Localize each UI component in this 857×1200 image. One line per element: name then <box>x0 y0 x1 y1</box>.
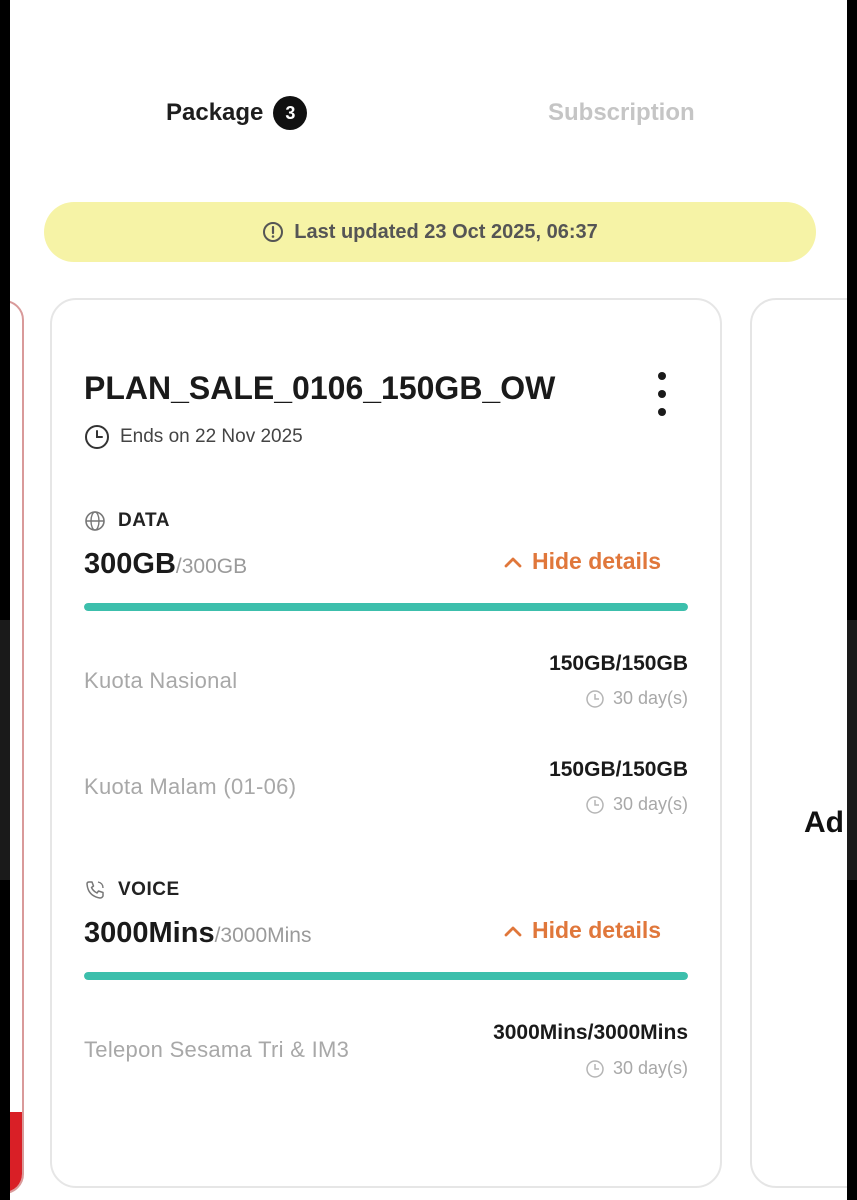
tab-package[interactable]: Package 3 <box>166 96 308 130</box>
plan-name: PLAN_SALE_0106_150GB_OW <box>84 370 556 406</box>
data-hide-details-label: Hide details <box>532 548 662 574</box>
voice-remaining: 3000Mins <box>84 917 215 949</box>
globe-icon <box>85 511 105 531</box>
last-updated-text: Last updated 23 Oct 2025, 06:37 <box>294 220 598 243</box>
clock-icon <box>586 795 604 814</box>
data-item-label: Kuota Malam (01-06) <box>84 774 297 799</box>
info-icon <box>263 222 284 242</box>
voice-total: /3000Mins <box>214 924 312 947</box>
chevron-up-icon <box>504 926 522 936</box>
clock-icon <box>586 689 604 708</box>
data-item-validity: 30 day(s) <box>585 688 688 709</box>
voice-hide-details-label: Hide details <box>532 917 662 943</box>
voice-progress-fill <box>84 972 688 980</box>
device-edge-left <box>0 620 10 880</box>
voice-section-title: VOICE <box>84 879 180 901</box>
data-amount: 300GB/300GB <box>84 548 247 581</box>
voice-item-validity: 30 day(s) <box>585 1058 688 1079</box>
data-item-days: 30 day(s) <box>612 688 688 708</box>
app-screen: Package 3 Subscription Last updated 23 O… <box>10 0 847 1200</box>
package-count-badge: 3 <box>273 96 308 130</box>
package-card: PLAN_SALE_0106_150GB_OW Ends on 22 Nov 2… <box>50 298 722 1188</box>
voice-progress-bar <box>84 972 688 980</box>
more-options-icon[interactable] <box>650 372 674 416</box>
previous-card-accent <box>10 1112 22 1192</box>
data-item-validity: 30 day(s) <box>585 794 688 815</box>
clock-icon <box>586 1059 604 1078</box>
voice-item-days: 30 day(s) <box>612 1058 688 1078</box>
data-title-text: DATA <box>118 510 170 531</box>
data-progress-fill <box>84 603 688 611</box>
next-package-card[interactable]: Ad <box>750 298 847 1188</box>
tab-package-label: Package <box>166 99 264 126</box>
data-total: /300GB <box>175 555 248 578</box>
voice-title-text: VOICE <box>118 879 180 900</box>
voice-hide-details-button[interactable]: Hide details <box>502 917 661 944</box>
plan-end-date-text: Ends on 22 Nov 2025 <box>120 426 303 447</box>
data-progress-bar <box>84 603 688 611</box>
data-section-title: DATA <box>84 510 170 532</box>
data-item-days: 30 day(s) <box>612 794 688 814</box>
data-remaining: 300GB <box>84 548 176 580</box>
tab-subscription[interactable]: Subscription <box>548 96 695 130</box>
phone-icon <box>86 881 104 899</box>
voice-amount: 3000Mins/3000Mins <box>84 917 311 950</box>
device-edge-right <box>847 620 857 880</box>
plan-end-date: Ends on 22 Nov 2025 <box>84 424 303 450</box>
last-updated-banner: Last updated 23 Oct 2025, 06:37 <box>44 202 816 262</box>
chevron-up-icon <box>504 557 522 567</box>
data-item-value: 150GB/150GB <box>549 758 688 781</box>
data-item-label: Kuota Nasional <box>84 668 238 693</box>
clock-icon <box>85 425 109 449</box>
tab-subscription-label: Subscription <box>548 99 695 126</box>
data-item-value: 150GB/150GB <box>549 652 688 675</box>
next-card-title: Ad <box>804 806 844 839</box>
voice-item-label: Telepon Sesama Tri & IM3 <box>84 1037 350 1062</box>
previous-package-card[interactable] <box>10 300 24 1194</box>
data-hide-details-button[interactable]: Hide details <box>502 548 661 575</box>
voice-item-value: 3000Mins/3000Mins <box>493 1021 688 1044</box>
